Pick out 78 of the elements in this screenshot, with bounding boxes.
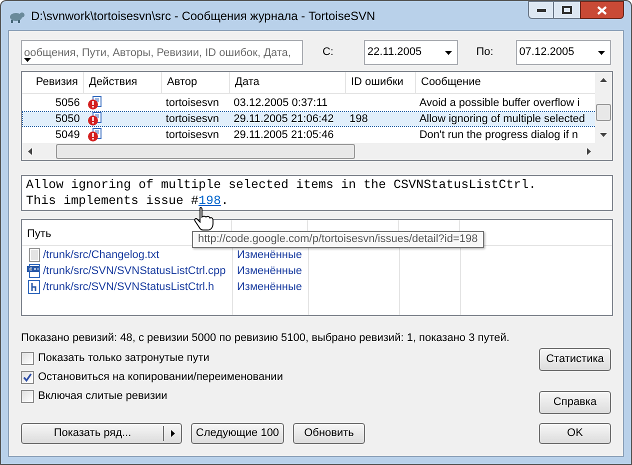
path-link[interactable]: /trunk/src/Changelog.txt — [43, 246, 160, 264]
window-title: D:\svnwork\tortoisesvn\src - Сообщения журнала - TortoiseSVN — [31, 8, 376, 24]
modified-error-icon — [88, 96, 102, 110]
scroll-thumb[interactable] — [596, 104, 611, 121]
table-cell-text: Изменённые — [237, 280, 302, 295]
column-header[interactable]: ID ошибки — [351, 74, 404, 91]
checkbox[interactable] — [21, 371, 34, 384]
help-button[interactable]: Справка — [539, 390, 611, 414]
close-icon — [597, 6, 607, 14]
table-cell-text: Allow ignoring of multiple selected — [419, 112, 586, 127]
status-text: Показано ревизий: 48, с ревизии 5000 по ревизию 5100, выбрано ревизий: 1, показано 3 путей. — [21, 331, 510, 346]
checkbox-label[interactable]: Включая слитые ревизии — [38, 388, 168, 405]
log-row[interactable]: 5049 tortoisesvn 29.11.2005 21:05:46 Don't run the progress dialog if n — [22, 127, 597, 143]
table-cell-text: 03.12.2005 0:37:11 — [234, 96, 328, 111]
modified-error-icon — [88, 112, 102, 126]
close-button[interactable] — [580, 1, 624, 19]
table-cell-text: tortoisesvn — [166, 112, 219, 127]
from-date-field[interactable]: 22.11.2005 — [364, 40, 458, 65]
column-header[interactable]: Дата — [235, 74, 260, 91]
scroll-down-icon — [600, 133, 607, 137]
table-cell-text: 5049 — [55, 128, 80, 143]
column-header[interactable]: Действия — [89, 74, 138, 91]
maximize-button[interactable] — [554, 1, 580, 19]
table-cell-text: 29.11.2005 21:05:46 — [234, 128, 334, 143]
table-cell-text: Изменённые — [237, 248, 302, 263]
scroll-right-icon — [587, 148, 591, 155]
checkbox[interactable] — [21, 352, 34, 365]
show-range-split-button[interactable]: Показать ряд... — [21, 422, 182, 444]
table-cell-text: 5050 — [55, 112, 80, 127]
vertical-scrollbar[interactable] — [595, 72, 612, 143]
column-header[interactable]: Сообщение — [421, 74, 481, 91]
path-link[interactable]: /trunk/src/SVN/SVNStatusListCtrl.cpp — [43, 262, 226, 280]
column-header[interactable]: Ревизия — [36, 74, 78, 91]
modified-error-icon — [88, 128, 102, 142]
check-icon — [23, 373, 32, 382]
statistics-button[interactable]: Статистика — [539, 348, 611, 370]
to-date-field[interactable]: 07.12.2005 — [516, 40, 612, 65]
code-file-icon — [27, 264, 41, 278]
text-file-icon — [28, 248, 40, 262]
to-label: По: — [476, 45, 494, 60]
table-cell-text: tortoisesvn — [166, 96, 219, 111]
column-header[interactable]: Автор — [167, 74, 198, 91]
dropdown-arrow-icon — [598, 50, 606, 54]
arrow-right-icon — [170, 430, 174, 436]
table-cell-text: 5056 — [55, 96, 80, 111]
table-cell-text: Изменённые — [237, 264, 302, 279]
message-text: Allow ignoring of multiple selected items in the CSVNStatusListCtrl. — [26, 177, 536, 193]
scroll-left-icon — [28, 148, 32, 155]
dropdown-arrow-icon — [445, 50, 452, 54]
scroll-thumb[interactable] — [56, 144, 355, 159]
next-button[interactable]: Следующие 100 — [191, 422, 284, 444]
message-text: . — [221, 193, 229, 209]
refresh-button[interactable]: Обновить — [293, 422, 365, 444]
table-cell-text: Avoid a possible buffer overflow i — [419, 96, 580, 111]
table-cell-text: 29.11.2005 21:06:42 — [234, 112, 334, 127]
minimize-icon — [536, 8, 546, 12]
horizontal-scrollbar[interactable] — [22, 143, 612, 160]
tooltip: http://code.google.com/p/tortoisesvn/issues/detail?id=198 — [192, 231, 484, 248]
issue-link[interactable]: 198 — [198, 193, 222, 209]
checkbox-label[interactable]: Остановиться на копировании/переименовании — [38, 369, 283, 386]
checkbox-label[interactable]: Показать только затронутые пути — [38, 350, 210, 367]
scroll-up-icon — [600, 78, 607, 82]
log-row[interactable]: 5050 tortoisesvn 29.11.2005 21:06:42 198 Allow ignoring of multiple selected — [22, 111, 597, 127]
dropdown-arrow-icon — [24, 58, 31, 63]
maximize-icon — [562, 6, 572, 14]
log-row[interactable]: 5056 tortoisesvn 03.12.2005 0:37:11 Avoid a possible buffer overflow i — [22, 95, 597, 111]
column-header[interactable]: Путь — [27, 226, 52, 242]
table-cell-text: 198 — [349, 112, 368, 127]
minimize-button[interactable] — [528, 1, 554, 19]
header-file-icon — [28, 280, 40, 294]
table-cell-text: tortoisesvn — [166, 128, 219, 143]
ok-button[interactable]: OK — [539, 422, 611, 444]
from-label: С: — [322, 45, 334, 60]
message-text: This implements issue # — [26, 193, 199, 209]
table-cell-text: Don't run the progress dialog if n — [419, 128, 578, 143]
path-link[interactable]: /trunk/src/SVN/SVNStatusListCtrl.h — [43, 278, 214, 296]
checkbox[interactable] — [21, 390, 34, 403]
search-field[interactable]: ообщения, Пути, Авторы, Ревизии, ID ошибок, Дата, — [21, 40, 304, 65]
